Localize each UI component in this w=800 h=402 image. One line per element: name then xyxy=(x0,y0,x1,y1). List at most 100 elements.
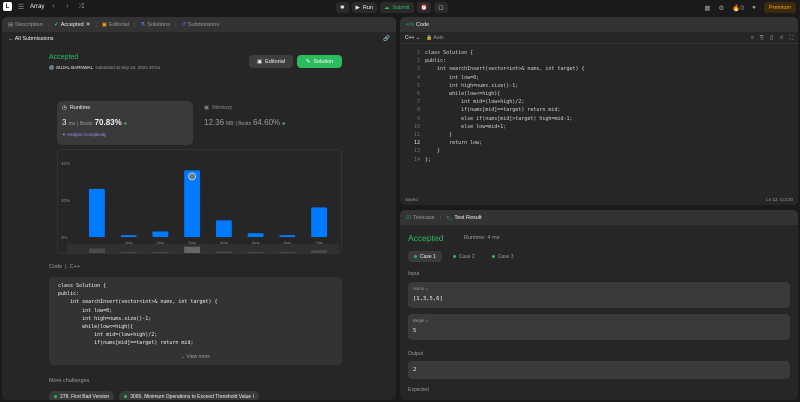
overview-bar xyxy=(88,248,105,253)
bookmark-icon[interactable]: ⎘ xyxy=(760,35,764,41)
nums-field[interactable]: nums = [1,3,5,6] xyxy=(408,282,790,308)
avatar[interactable]: ● xyxy=(752,4,756,11)
code-tabs: </> Code xyxy=(400,17,798,32)
tab-editorial[interactable]: ▣ Editorial xyxy=(99,17,132,32)
tab-testcase[interactable]: ☑ Testcase xyxy=(403,210,438,225)
bug-icon: ✱ xyxy=(340,4,345,11)
check-icon: ✔ xyxy=(54,21,59,28)
code-line: public: xyxy=(58,291,80,298)
prev-problem-icon[interactable]: ‹ xyxy=(48,3,58,10)
code-line: } xyxy=(425,132,453,139)
chart-bar[interactable] xyxy=(152,231,169,237)
memory-title: Memory xyxy=(212,105,233,111)
input-label: Input xyxy=(408,271,420,277)
nums-value: [1,3,5,6] xyxy=(413,296,443,302)
code-line: else low=mid+1; xyxy=(425,123,507,130)
streak-fire-icon[interactable]: 🔥0 xyxy=(732,4,744,12)
list-icon[interactable]: ☰ xyxy=(16,3,26,11)
editorial-label: Editorial xyxy=(265,58,286,65)
arrow-left-icon: ← xyxy=(8,36,14,42)
solution-button[interactable]: ✎ Solution xyxy=(297,55,342,68)
y-tick-label: 0% xyxy=(61,235,68,240)
tab-case-2[interactable]: Case 2 xyxy=(447,251,481,262)
tab-test-result[interactable]: >_ Test Result xyxy=(443,210,485,225)
language-select[interactable]: C++ ⌄ xyxy=(405,35,420,41)
chart-bar[interactable] xyxy=(184,170,201,237)
analyze-label: Analyze Complexity xyxy=(66,132,107,137)
settings-gear-icon[interactable]: ⚙ xyxy=(719,4,725,12)
chart-bar[interactable] xyxy=(311,207,328,237)
runtime-unit: ms xyxy=(68,121,76,127)
view-more-button[interactable]: ⌄ View more xyxy=(49,354,342,360)
timer-button[interactable]: ⏰ xyxy=(416,2,432,13)
analyze-complexity-link[interactable]: ✦ Analyze Complexity xyxy=(62,132,106,138)
tab-accepted[interactable]: ✔ Accepted ✕ xyxy=(51,17,93,32)
code-lines: class Solution { public: int searchInser… xyxy=(49,277,342,353)
tab-code[interactable]: </> Code xyxy=(403,17,432,32)
memory-value: 12.36 MB | Beats 64.60% ♣ xyxy=(204,118,285,127)
submit-label: Submit xyxy=(392,4,410,11)
chart-range-slider[interactable] xyxy=(67,244,339,253)
author-name[interactable]: SUJAL BARNWAL xyxy=(56,65,93,70)
runtime-distribution-chart[interactable]: 40% 20% 0% 1ms 2ms 3ms 4ms 5ms 6ms 7ms xyxy=(57,149,342,254)
leaf-icon: ♣ xyxy=(282,121,286,127)
challenge-list: 278. First Bad Version 3065. Minimum Ope… xyxy=(49,391,259,400)
braces-icon[interactable]: {} xyxy=(770,35,773,41)
target-label: target = xyxy=(413,318,429,323)
streak-count: 0 xyxy=(740,4,745,12)
tab-case-1[interactable]: Case 1 xyxy=(408,251,442,262)
tab-solutions[interactable]: ⚗ Solutions xyxy=(137,17,173,32)
challenge-chip[interactable]: 278. First Bad Version xyxy=(49,391,115,400)
chart-bar[interactable] xyxy=(215,220,232,237)
overview-bar xyxy=(215,251,232,253)
code-editor[interactable]: 1 2 3 4 5 6 7 8 9 10 11 12 13 14 class Solution { pub… xyxy=(400,49,798,189)
overview-bar xyxy=(184,246,201,253)
case-label: Case 1 xyxy=(420,253,436,260)
submit-button[interactable]: ☁ Submit xyxy=(379,2,414,13)
leaf-icon: ♣ xyxy=(123,121,128,127)
editorial-button[interactable]: ▣ Editorial xyxy=(249,55,293,68)
note-icon[interactable]: ≡ xyxy=(751,35,754,41)
code-line: return low; xyxy=(425,140,483,147)
close-tab-icon[interactable]: ✕ xyxy=(86,22,91,28)
flask-icon: ⚗ xyxy=(140,21,146,28)
code-line: int mid=(low+high)/2; xyxy=(58,332,158,339)
layout-grid-icon[interactable]: ▦ xyxy=(704,4,710,12)
lock-icon: 🔒 xyxy=(426,34,433,41)
editor-code: class Solution { public: int searchInser… xyxy=(425,49,585,164)
chart-bar[interactable] xyxy=(120,235,137,237)
notes-button[interactable]: ▢ xyxy=(434,2,448,13)
runtime-card[interactable]: ◷ Runtime 3 ms | Beats 70.83% ♣ ✦ Analyze… xyxy=(57,101,193,145)
beats-label: | Beats xyxy=(235,121,252,127)
memory-mb: 12.36 xyxy=(204,118,225,127)
memory-card[interactable]: ▣ Memory 12.36 MB | Beats 64.60% ♣ xyxy=(199,101,335,145)
challenge-label: 3065. Minimum Operations to Exceed Thres… xyxy=(130,393,254,400)
chart-bar[interactable] xyxy=(279,235,296,237)
submission-panel: ▤ Description | ✔ Accepted ✕ | ▣ Editorial |… xyxy=(2,17,396,400)
premium-button[interactable]: Premium xyxy=(763,2,796,13)
chart-bar[interactable] xyxy=(247,233,264,237)
debug-button[interactable]: ✱ xyxy=(336,2,349,13)
chart-bar[interactable] xyxy=(88,188,105,237)
tab-submissions[interactable]: ↺ Submissions xyxy=(178,17,222,32)
tab-description[interactable]: ▤ Description xyxy=(5,17,46,32)
auto-toggle[interactable]: 🔒 Auto xyxy=(426,35,444,41)
challenge-chip[interactable]: 3065. Minimum Operations to Exceed Thres… xyxy=(119,391,259,400)
code-line: }; xyxy=(425,156,432,163)
runtime-value: 3 ms | Beats 70.83% ♣ xyxy=(62,118,127,127)
next-problem-icon[interactable]: › xyxy=(62,3,72,10)
avatar[interactable] xyxy=(49,65,54,70)
all-submissions-link[interactable]: ← All Submissions xyxy=(8,36,54,42)
fullscreen-icon[interactable]: ⛶ xyxy=(789,35,793,41)
link-icon[interactable]: 🔗 xyxy=(383,36,390,42)
tab-case-3[interactable]: Case 3 xyxy=(486,251,520,262)
run-label: Run xyxy=(362,4,373,11)
problem-list-title[interactable]: Array xyxy=(30,4,44,10)
leetcode-logo-icon[interactable]: L xyxy=(3,2,12,11)
run-button[interactable]: ▶ Run xyxy=(351,2,377,13)
runtime-ms: 3 xyxy=(62,118,67,127)
target-field[interactable]: target = 5 xyxy=(408,314,790,340)
shuffle-icon[interactable]: ⤮ xyxy=(76,3,86,11)
reset-icon[interactable]: ↺ xyxy=(779,35,783,41)
submitted-code[interactable]: class Solution { public: int searchInser… xyxy=(49,277,342,365)
